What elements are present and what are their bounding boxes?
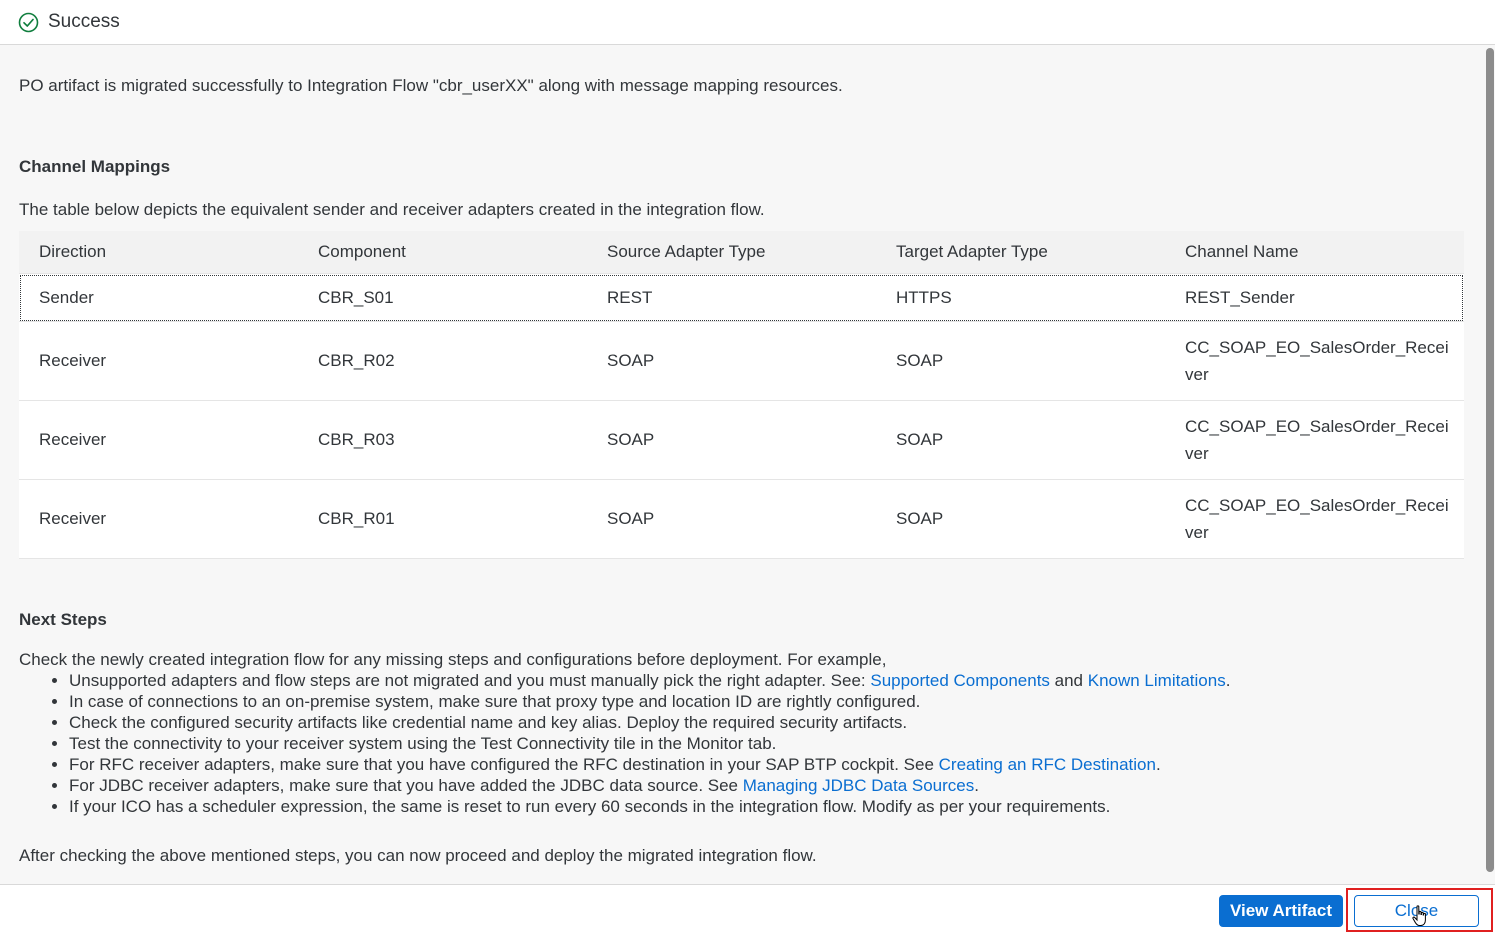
scrollbar-thumb[interactable] bbox=[1486, 48, 1494, 872]
column-header-source-adapter-type: Source Adapter Type bbox=[587, 231, 876, 274]
step-text: For RFC receiver adapters, make sure tha… bbox=[69, 755, 939, 774]
cell-source-adapter: SOAP bbox=[587, 400, 876, 480]
cell-component: CBR_S01 bbox=[298, 273, 587, 322]
cell-source-adapter: SOAP bbox=[587, 479, 876, 559]
supported-components-link[interactable]: Supported Components bbox=[870, 671, 1050, 690]
cell-direction: Receiver bbox=[19, 400, 298, 480]
list-item: Check the configured security artifacts … bbox=[69, 712, 1230, 733]
table-row[interactable]: Receiver CBR_R02 SOAP SOAP CC_SOAP_EO_Sa… bbox=[19, 321, 1464, 401]
channel-mappings-description: The table below depicts the equivalent s… bbox=[19, 200, 765, 219]
list-item: In case of connections to an on-premise … bbox=[69, 691, 1230, 712]
step-text: In case of connections to an on-premise … bbox=[69, 692, 921, 711]
creating-rfc-destination-link[interactable]: Creating an RFC Destination bbox=[939, 755, 1156, 774]
step-text-end: . bbox=[1225, 671, 1231, 690]
table-row[interactable]: Sender CBR_S01 REST HTTPS REST_Sender bbox=[19, 273, 1464, 322]
cell-target-adapter: SOAP bbox=[876, 321, 1165, 401]
cell-direction: Receiver bbox=[19, 321, 298, 401]
table-row[interactable]: Receiver CBR_R03 SOAP SOAP CC_SOAP_EO_Sa… bbox=[19, 400, 1464, 480]
vertical-scrollbar[interactable] bbox=[1484, 46, 1495, 884]
success-check-circle-icon bbox=[18, 12, 39, 33]
cell-target-adapter: HTTPS bbox=[876, 273, 1165, 322]
column-header-channel-name: Channel Name bbox=[1165, 231, 1464, 274]
step-text: For JDBC receiver adapters, make sure th… bbox=[69, 776, 743, 795]
step-text-end: . bbox=[974, 776, 979, 795]
cell-component: CBR_R03 bbox=[298, 400, 587, 480]
dialog-footer: View Artifact Close bbox=[0, 884, 1495, 933]
step-text: If your ICO has a scheduler expression, … bbox=[69, 797, 1111, 816]
table-header-row: Direction Component Source Adapter Type … bbox=[19, 231, 1464, 274]
channel-mappings-title: Channel Mappings bbox=[19, 157, 171, 176]
cell-channel-name: CC_SOAP_EO_SalesOrder_Recei ver bbox=[1165, 400, 1464, 480]
cell-target-adapter: SOAP bbox=[876, 479, 1165, 559]
cell-channel-name: CC_SOAP_EO_SalesOrder_Recei ver bbox=[1165, 321, 1464, 401]
dialog-title: Success bbox=[48, 11, 120, 32]
list-item: For JDBC receiver adapters, make sure th… bbox=[69, 775, 1230, 796]
cell-channel-name: CC_SOAP_EO_SalesOrder_Recei ver bbox=[1165, 479, 1464, 559]
step-text: Check the configured security artifacts … bbox=[69, 713, 908, 732]
step-text: Test the connectivity to your receiver s… bbox=[69, 734, 777, 753]
dialog-content: PO artifact is migrated successfully to … bbox=[0, 46, 1484, 884]
next-steps-title: Next Steps bbox=[19, 610, 107, 629]
known-limitations-link[interactable]: Known Limitations bbox=[1088, 671, 1226, 690]
managing-jdbc-data-sources-link[interactable]: Managing JDBC Data Sources bbox=[743, 776, 975, 795]
column-header-component: Component bbox=[298, 231, 587, 274]
hand-pointer-cursor-icon bbox=[1412, 905, 1430, 927]
step-text-end: . bbox=[1155, 755, 1161, 774]
dialog-header: Success bbox=[0, 0, 1495, 45]
next-steps-intro: Check the newly created integration flow… bbox=[19, 650, 887, 669]
after-steps-text: After checking the above mentioned steps… bbox=[19, 846, 817, 865]
intro-text: PO artifact is migrated successfully to … bbox=[19, 76, 843, 95]
view-artifact-button[interactable]: View Artifact bbox=[1219, 895, 1343, 927]
list-item: If your ICO has a scheduler expression, … bbox=[69, 796, 1230, 817]
cell-direction: Sender bbox=[19, 273, 298, 322]
next-steps-list: Unsupported adapters and flow steps are … bbox=[19, 670, 1230, 817]
channel-mappings-table: Direction Component Source Adapter Type … bbox=[19, 231, 1464, 559]
step-text-connector: and bbox=[1049, 671, 1088, 690]
list-item: Unsupported adapters and flow steps are … bbox=[69, 670, 1230, 691]
cell-component: CBR_R01 bbox=[298, 479, 587, 559]
list-item: For RFC receiver adapters, make sure tha… bbox=[69, 754, 1230, 775]
cell-direction: Receiver bbox=[19, 479, 298, 559]
cell-component: CBR_R02 bbox=[298, 321, 587, 401]
column-header-target-adapter-type: Target Adapter Type bbox=[876, 231, 1165, 274]
list-item: Test the connectivity to your receiver s… bbox=[69, 733, 1230, 754]
cell-channel-name: REST_Sender bbox=[1165, 273, 1464, 322]
cell-target-adapter: SOAP bbox=[876, 400, 1165, 480]
cell-source-adapter: REST bbox=[587, 273, 876, 322]
step-text: Unsupported adapters and flow steps are … bbox=[69, 671, 871, 690]
cell-source-adapter: SOAP bbox=[587, 321, 876, 401]
column-header-direction: Direction bbox=[19, 231, 298, 274]
table-row[interactable]: Receiver CBR_R01 SOAP SOAP CC_SOAP_EO_Sa… bbox=[19, 479, 1464, 559]
